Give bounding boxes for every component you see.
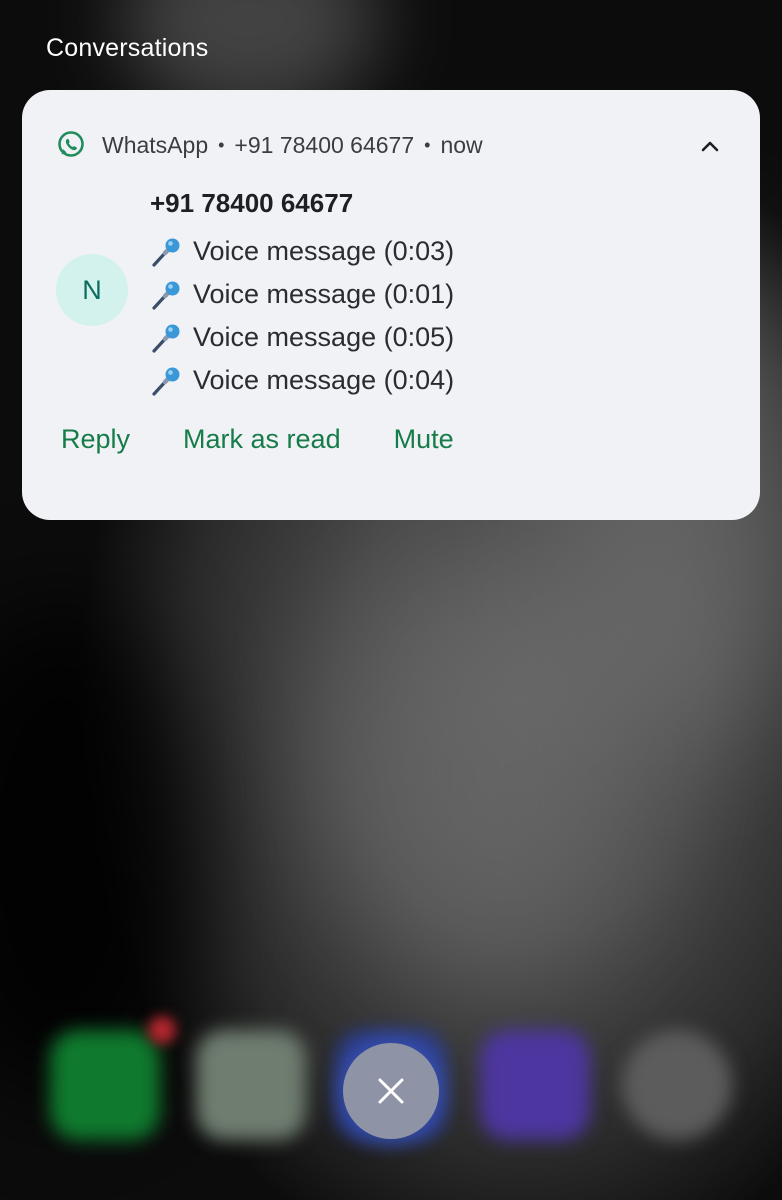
notification-actions: Reply Mark as read Mute [61,424,507,455]
section-title: Conversations [46,34,209,62]
dock-app [480,1030,590,1140]
dock-messages-app [196,1030,306,1140]
close-all-button[interactable] [343,1043,439,1139]
microphone-icon [150,322,182,354]
mark-as-read-button[interactable]: Mark as read [183,424,341,455]
dock-camera-app [622,1030,732,1140]
header-sender: +91 78400 64677 [234,131,415,158]
whatsapp-icon [56,130,86,160]
reply-button[interactable]: Reply [61,424,130,455]
dock-badge [148,1016,176,1044]
avatar: N [56,254,128,326]
notification-header: WhatsApp • +91 78400 64677 • now [56,128,483,162]
list-item: Voice message (0:01) [150,273,454,316]
list-item: Voice message (0:04) [150,359,454,402]
message-list: Voice message (0:03) Voice message (0:01… [150,230,454,402]
dock-phone-app [50,1030,160,1140]
close-icon [377,1077,405,1105]
message-text: Voice message (0:05) [193,322,455,352]
message-text: Voice message (0:04) [193,365,455,395]
microphone-icon [150,279,182,311]
microphone-icon [150,236,182,268]
notification-card[interactable]: WhatsApp • +91 78400 64677 • now N +91 7… [22,90,760,520]
chevron-up-icon[interactable] [698,134,722,158]
list-item: Voice message (0:03) [150,230,454,273]
microphone-icon [150,365,182,397]
separator-dot: • [424,134,431,155]
separator-dot: • [218,134,225,155]
mute-button[interactable]: Mute [394,424,454,455]
notification-title: +91 78400 64677 [150,188,354,218]
message-text: Voice message (0:03) [193,236,455,266]
list-item: Voice message (0:05) [150,316,454,359]
app-name: WhatsApp [102,131,209,158]
notification-time: now [440,131,483,158]
message-text: Voice message (0:01) [193,279,455,309]
